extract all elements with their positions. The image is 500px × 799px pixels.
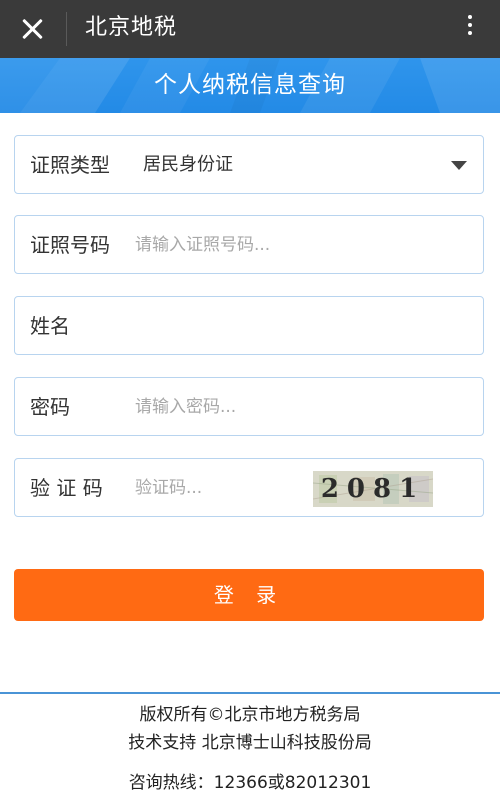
more-vertical-icon[interactable]: [458, 12, 482, 46]
name-label: 姓名: [30, 314, 70, 338]
id-type-value: 居民身份证: [143, 154, 233, 175]
page-title: 个人纳税信息查询: [154, 72, 346, 98]
app-title: 北京地税: [85, 15, 178, 40]
id-number-field: 证照号码: [14, 215, 484, 274]
footer-divider: [0, 692, 500, 694]
hotline-text: 咨询热线：12366或82012301: [128, 773, 372, 793]
top-bar: 北京地税: [0, 0, 500, 58]
name-input[interactable]: [135, 309, 335, 343]
copyright-text: 版权所有©北京市地方税务局: [139, 705, 361, 725]
tech-support-text: 技术支持 北京博士山科技股份局: [128, 733, 372, 753]
captcha-field: 验 证 码 2081: [14, 458, 484, 517]
name-field: 姓名: [14, 296, 484, 355]
id-type-select[interactable]: 证照类型 居民身份证: [14, 135, 484, 194]
password-field: 密码: [14, 377, 484, 436]
chevron-down-icon[interactable]: [451, 161, 467, 170]
captcha-image[interactable]: 2081: [313, 471, 433, 507]
captcha-code: 2081: [320, 474, 426, 504]
id-number-label: 证照号码: [30, 233, 110, 257]
password-label: 密码: [30, 395, 70, 419]
login-button[interactable]: 登 录: [14, 569, 484, 621]
id-number-input[interactable]: [135, 228, 335, 262]
password-input[interactable]: [135, 390, 335, 424]
captcha-label: 验 证 码: [30, 476, 103, 500]
captcha-input[interactable]: [135, 471, 295, 505]
id-type-label: 证照类型: [30, 153, 110, 177]
page-banner: 个人纳税信息查询: [0, 58, 500, 113]
topbar-divider: [66, 12, 67, 46]
close-icon[interactable]: [12, 9, 52, 49]
